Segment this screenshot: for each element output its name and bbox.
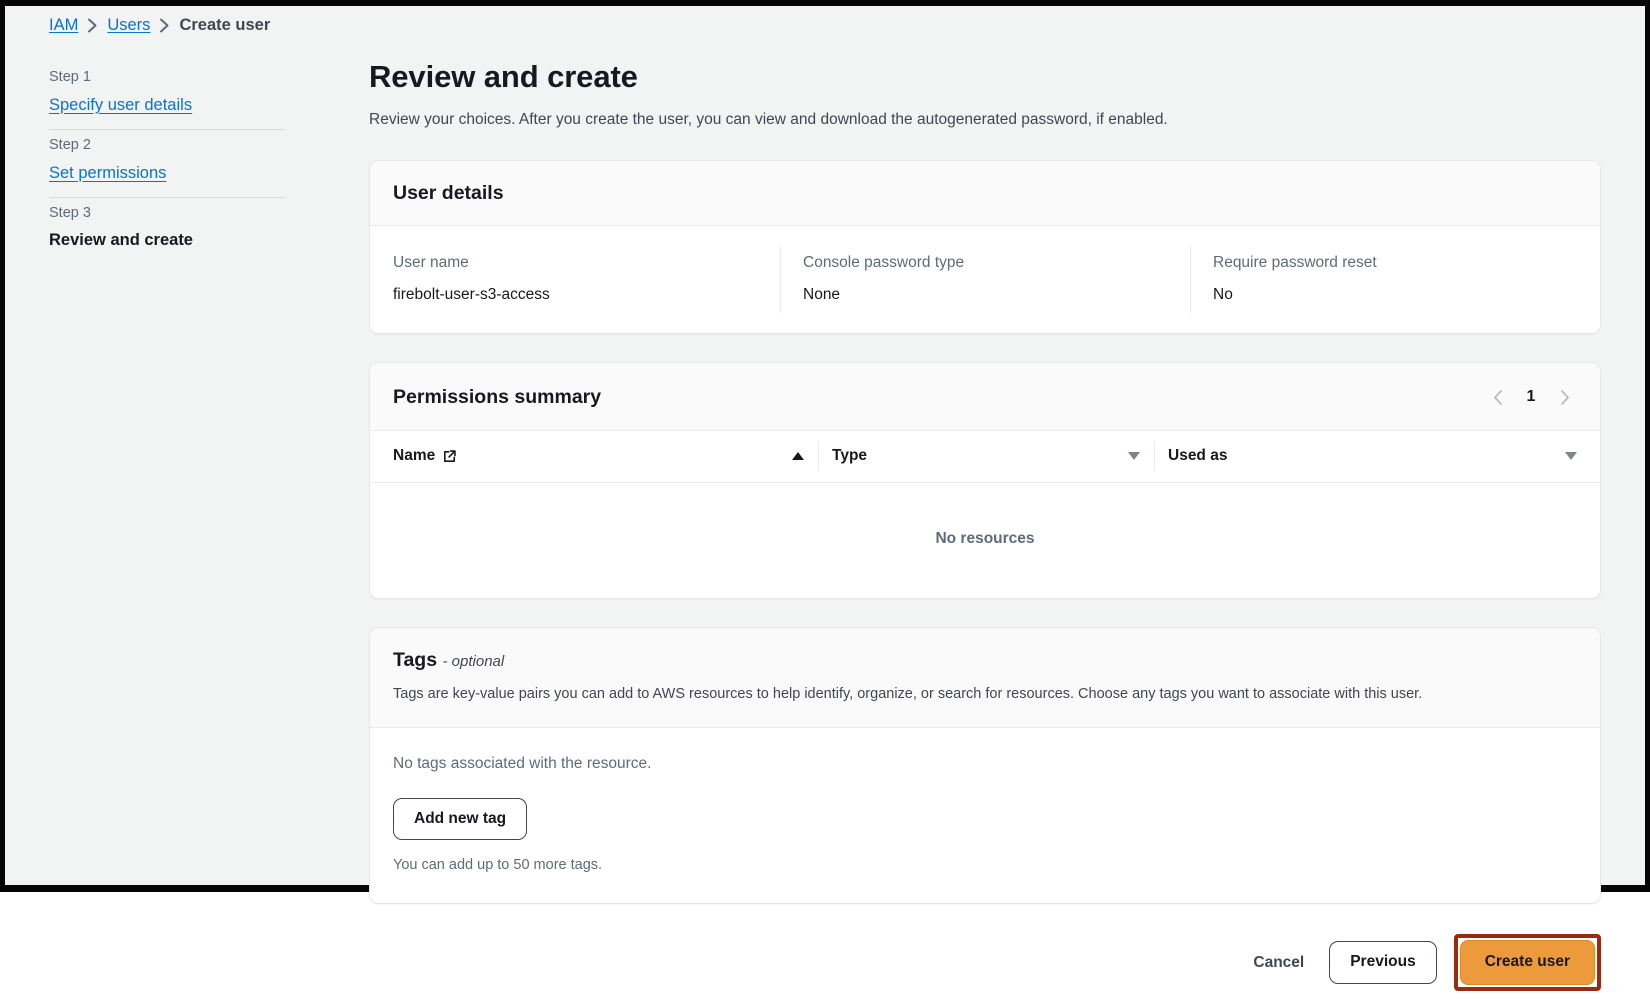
permissions-summary-header: Permissions summary 1 — [370, 363, 1600, 431]
column-header-name[interactable]: Name — [370, 431, 818, 482]
step-2-number: Step 2 — [49, 135, 285, 157]
cancel-button[interactable]: Cancel — [1245, 943, 1312, 983]
pagination: 1 — [1485, 384, 1577, 410]
chevron-left-icon[interactable] — [1485, 384, 1511, 410]
step-1-number: Step 1 — [49, 67, 285, 89]
wizard-step-1: Step 1 Specify user details — [49, 62, 285, 129]
user-details-header: User details — [370, 161, 1600, 226]
detail-user-name-label: User name — [393, 252, 757, 274]
step-1-link-specify-user-details[interactable]: Specify user details — [49, 94, 285, 117]
step-2-link-set-permissions[interactable]: Set permissions — [49, 162, 285, 185]
wizard-step-2: Step 2 Set permissions — [49, 130, 285, 197]
detail-user-name: User name firebolt-user-s3-access — [370, 226, 780, 333]
permissions-table: Name — [370, 431, 1600, 598]
tags-empty-state: No tags associated with the resource. — [393, 753, 1577, 775]
tags-limit-note: You can add up to 50 more tags. — [393, 855, 1577, 875]
column-header-used-as-label: Used as — [1168, 447, 1227, 465]
detail-console-password-type-label: Console password type — [803, 252, 1167, 274]
tags-title: Tags - optional — [393, 649, 1577, 672]
wizard-step-3: Step 3 Review and create — [49, 198, 285, 265]
wizard-steps: Step 1 Specify user details Step 2 Set p… — [49, 62, 285, 265]
chevron-right-icon — [87, 18, 98, 33]
wizard-footer-actions: Cancel Previous Create user — [369, 934, 1601, 1001]
breadcrumb-item-create-user: Create user — [179, 16, 270, 35]
tags-optional-suffix: - optional — [443, 653, 505, 670]
breadcrumb-item-users[interactable]: Users — [107, 16, 150, 35]
permissions-table-header-row: Name — [370, 431, 1600, 483]
page-description: Review your choices. After you create th… — [369, 109, 1601, 131]
pagination-page-1[interactable]: 1 — [1525, 388, 1537, 406]
detail-user-name-value: firebolt-user-s3-access — [393, 284, 757, 306]
column-header-used-as[interactable]: Used as — [1154, 431, 1600, 482]
external-link-icon — [442, 449, 457, 464]
main-content: Review and create Review your choices. A… — [369, 58, 1601, 1001]
column-header-type-label: Type — [832, 447, 867, 465]
detail-require-password-reset: Require password reset No — [1190, 226, 1600, 333]
column-header-name-label: Name — [393, 447, 435, 465]
permissions-summary-title: Permissions summary — [393, 386, 601, 409]
chevron-right-icon[interactable] — [1551, 384, 1577, 410]
tags-body: No tags associated with the resource. Ad… — [370, 728, 1600, 903]
create-user-highlight-annotation: Create user — [1454, 934, 1601, 991]
user-details-title: User details — [393, 182, 504, 205]
column-header-type[interactable]: Type — [818, 431, 1154, 482]
permissions-summary-card: Permissions summary 1 Name — [369, 362, 1601, 599]
detail-console-password-type-value: None — [803, 284, 1167, 306]
detail-require-password-reset-label: Require password reset — [1213, 252, 1577, 274]
detail-require-password-reset-value: No — [1213, 284, 1577, 306]
detail-console-password-type: Console password type None — [780, 226, 1190, 333]
tags-card: Tags - optional Tags are key-value pairs… — [369, 627, 1601, 904]
sort-descending-icon — [1565, 452, 1577, 460]
permissions-table-empty-state: No resources — [370, 483, 1600, 598]
step-3-label-review-and-create: Review and create — [49, 229, 285, 252]
breadcrumb: IAM Users Create user — [49, 16, 270, 35]
user-details-card: User details User name firebolt-user-s3-… — [369, 160, 1601, 335]
chevron-right-icon — [159, 18, 170, 33]
iam-create-user-screen: IAM Users Create user Step 1 Specify use… — [0, 0, 1650, 892]
tags-header: Tags - optional Tags are key-value pairs… — [370, 628, 1600, 727]
sort-ascending-icon — [792, 452, 804, 460]
add-new-tag-button[interactable]: Add new tag — [393, 798, 527, 841]
tags-description: Tags are key-value pairs you can add to … — [393, 684, 1577, 705]
tags-title-label: Tags — [393, 649, 437, 671]
page-title: Review and create — [369, 58, 1601, 95]
step-3-number: Step 3 — [49, 203, 285, 225]
sort-descending-icon — [1128, 452, 1140, 460]
previous-button[interactable]: Previous — [1329, 941, 1436, 984]
create-user-button[interactable]: Create user — [1460, 940, 1595, 985]
user-details-body: User name firebolt-user-s3-access Consol… — [370, 226, 1600, 333]
breadcrumb-item-iam[interactable]: IAM — [49, 16, 78, 35]
